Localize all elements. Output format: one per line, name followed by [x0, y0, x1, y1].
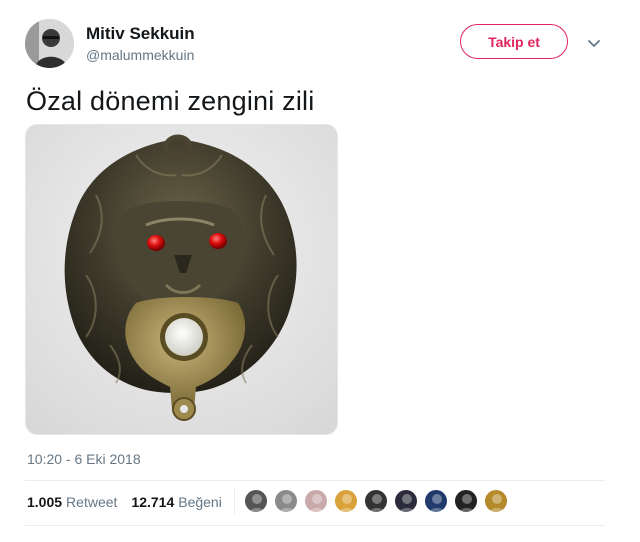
liker-avatars	[244, 489, 514, 513]
divider	[25, 525, 605, 526]
user-avatar-4[interactable]	[334, 489, 358, 513]
stats-separator	[234, 488, 235, 514]
retweet-count[interactable]: 1.005	[27, 494, 62, 510]
tweet-stats: 1.005 Retweet 12.714 Beğeni	[27, 494, 222, 510]
like-count[interactable]: 12.714	[131, 494, 174, 510]
avatar[interactable]	[25, 19, 74, 68]
tweet-text: Özal dönemi zengini zili	[26, 86, 315, 116]
tweet-timestamp[interactable]: 10:20 - 6 Eki 2018	[27, 451, 141, 467]
chevron-down-icon[interactable]	[585, 34, 603, 52]
user-avatar-5[interactable]	[364, 489, 388, 513]
retweet-label[interactable]: Retweet	[66, 494, 117, 510]
like-label[interactable]: Beğeni	[178, 494, 222, 510]
user-avatar-7[interactable]	[424, 489, 448, 513]
user-avatar-8[interactable]	[454, 489, 478, 513]
user-name[interactable]: Mitiv Sekkuin	[86, 24, 195, 44]
user-avatar-1[interactable]	[244, 489, 268, 513]
profile-photo-icon	[25, 19, 74, 68]
lion-doorbell-image	[26, 125, 337, 434]
user-avatar-3[interactable]	[304, 489, 328, 513]
divider	[25, 480, 605, 481]
user-avatar-2[interactable]	[274, 489, 298, 513]
user-avatar-9[interactable]	[484, 489, 508, 513]
tweet-media[interactable]	[25, 124, 338, 435]
user-avatar-6[interactable]	[394, 489, 418, 513]
follow-button[interactable]: Takip et	[460, 24, 568, 59]
user-handle[interactable]: @malummekkuin	[86, 47, 194, 63]
